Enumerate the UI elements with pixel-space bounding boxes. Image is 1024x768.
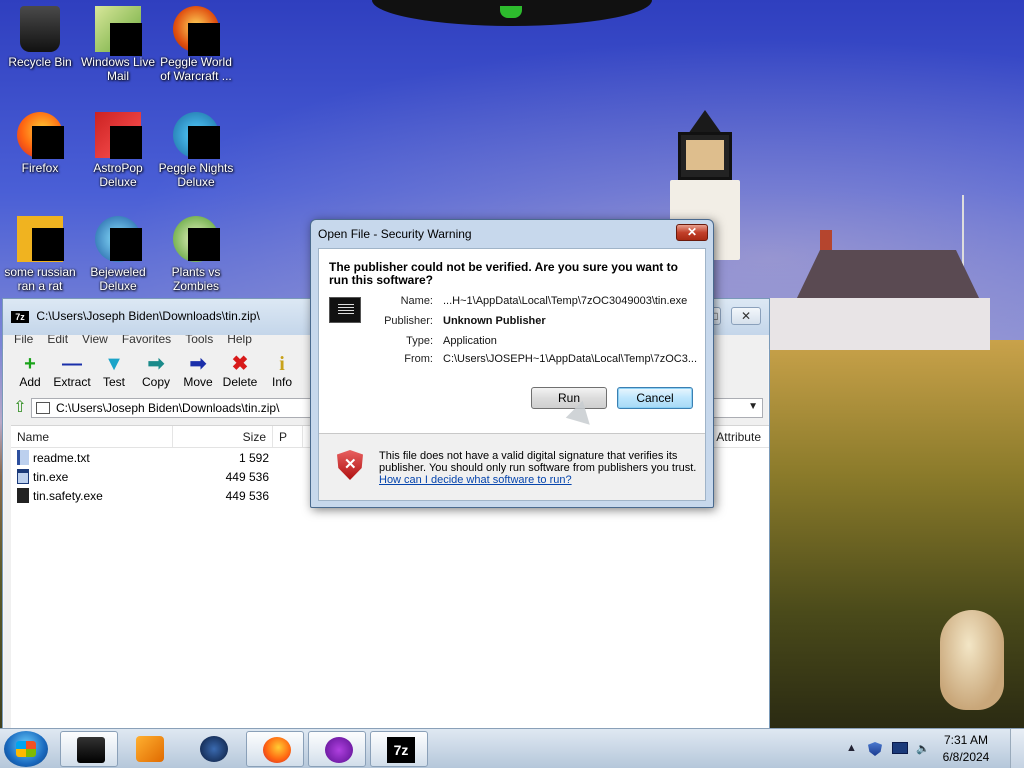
firefox-icon: [17, 112, 64, 159]
astropop-icon: [95, 112, 142, 159]
up-folder-button[interactable]: ⇧: [9, 398, 31, 418]
delete-icon: ✖: [231, 353, 249, 375]
toolbar-extract-button[interactable]: — Extract: [51, 349, 93, 395]
dialog-footer: ✕ This file does not have a valid digita…: [319, 434, 705, 500]
name-label: Name:: [400, 295, 433, 307]
firefox-icon: [263, 737, 291, 763]
column-size[interactable]: Size: [173, 426, 273, 447]
network-icon[interactable]: [892, 742, 908, 754]
taskbar-file-explorer[interactable]: [60, 731, 118, 767]
recycle-bin-icon: [20, 6, 60, 52]
copy-icon: ➡: [147, 353, 165, 375]
taskbar-firefox[interactable]: [246, 731, 304, 767]
globe-icon: [200, 736, 228, 762]
dialog-title: Open File - Security Warning: [318, 227, 472, 241]
column-packed[interactable]: P: [273, 426, 303, 447]
volume-button[interactable]: 🔈: [916, 742, 930, 755]
file-explorer-icon: [77, 737, 105, 763]
address-path: C:\Users\Joseph Biden\Downloads\tin.zip\: [56, 401, 280, 415]
toolbar-info-button[interactable]: i Info: [261, 349, 303, 395]
desktop-icon-peggle-wow[interactable]: Peggle World of Warcraft ...: [156, 6, 236, 83]
from-label: From:: [404, 353, 433, 365]
start-button[interactable]: [4, 731, 48, 767]
toolbar-delete-button[interactable]: ✖ Delete: [219, 349, 261, 395]
sevenzip-window-title: C:\Users\Joseph Biden\Downloads\tin.zip\: [36, 309, 260, 323]
publisher-value: Unknown Publisher: [443, 315, 546, 327]
taskbar: 7z ▲ 🔈 7:31 AM 6/8/2024: [0, 728, 1024, 768]
publisher-label: Publisher:: [384, 315, 433, 327]
security-warning-dialog: Open File - Security Warning ✕ The publi…: [310, 219, 714, 508]
ebook-icon: e: [17, 216, 64, 262]
desktop-icon-plants-vs-zombies[interactable]: Plants vs Zombies: [156, 216, 236, 293]
show-hidden-icons-button[interactable]: ▲: [846, 742, 857, 754]
desktop-icon-recycle-bin[interactable]: Recycle Bin: [0, 6, 80, 69]
gadget-indicator-icon: [500, 6, 522, 18]
wallpaper-lighthouse: [666, 110, 744, 260]
warning-text: This file does not have a valid digital …: [379, 450, 697, 474]
sevenzip-app-icon: 7z: [11, 310, 29, 323]
desktop-icon-windows-live-mail[interactable]: Windows Live Mail: [78, 6, 158, 83]
taskbar-media-player[interactable]: [120, 731, 178, 767]
bejeweled-icon: [95, 216, 142, 262]
close-button[interactable]: ✕: [731, 307, 761, 325]
clock-date[interactable]: 6/8/2024: [936, 750, 996, 764]
exe-file-icon: [17, 469, 29, 484]
mail-icon: [95, 6, 142, 56]
gopher-mascot-image: [940, 610, 1004, 710]
dialog-titlebar[interactable]: Open File - Security Warning ✕: [311, 220, 713, 248]
info-icon: i: [279, 353, 285, 375]
toolbar-test-button[interactable]: ▼ Test: [93, 349, 135, 395]
type-value: Application: [443, 335, 497, 347]
media-player-icon: [136, 736, 164, 762]
chevron-up-icon: ▲: [846, 742, 857, 754]
name-value: ...H~1\AppData\Local\Temp\7zOC3049003\ti…: [443, 295, 688, 307]
desktop-icon-ebook[interactable]: e some russian ran a rat: [0, 216, 80, 293]
extract-icon: —: [62, 353, 82, 375]
dialog-body: The publisher could not be verified. Are…: [318, 248, 706, 501]
taskbar-game-app[interactable]: [308, 731, 366, 767]
dialog-close-button[interactable]: ✕: [676, 224, 708, 241]
close-icon: ✕: [686, 225, 698, 239]
text-file-icon: [17, 450, 29, 465]
show-desktop-button[interactable]: [1010, 729, 1024, 768]
up-arrow-icon: ⇧: [13, 399, 27, 416]
run-button[interactable]: Run: [531, 387, 607, 409]
toolbar-copy-button[interactable]: ➡ Copy: [135, 349, 177, 395]
dialog-question: The publisher could not be verified. Are…: [329, 260, 678, 287]
add-icon: +: [24, 353, 36, 375]
peggle-icon: [173, 6, 220, 56]
cancel-button[interactable]: Cancel: [617, 387, 693, 409]
exe-file-icon: [17, 488, 29, 503]
close-icon: ✕: [740, 309, 752, 323]
toolbar-add-button[interactable]: + Add: [9, 349, 51, 395]
shield-error-icon: ✕: [337, 450, 363, 480]
clock-time[interactable]: 7:31 AM: [936, 733, 996, 747]
desktop-icon-peggle-nights[interactable]: Peggle Nights Deluxe: [156, 112, 236, 189]
type-label: Type:: [406, 335, 433, 347]
taskbar-globe-app[interactable]: [184, 731, 242, 767]
security-shield-icon[interactable]: [868, 742, 882, 756]
desktop-icon-astropop[interactable]: AstroPop Deluxe: [78, 112, 158, 189]
desktop-icon-bejeweled[interactable]: Bejeweled Deluxe: [78, 216, 158, 293]
wallpaper-house: [770, 230, 990, 350]
from-value: C:\Users\JOSEPH~1\AppData\Local\Temp\7zO…: [443, 353, 698, 365]
test-icon: ▼: [104, 353, 124, 375]
speaker-icon: 🔈: [916, 743, 930, 755]
folder-icon: [36, 402, 50, 414]
column-name[interactable]: Name: [11, 426, 173, 447]
chevron-down-icon[interactable]: ▼: [748, 401, 758, 412]
help-link[interactable]: How can I decide what software to run?: [379, 474, 572, 486]
move-icon: ➡: [189, 353, 207, 375]
peggle-nights-icon: [173, 112, 220, 159]
taskbar-sevenzip[interactable]: 7z: [370, 731, 428, 767]
sevenzip-icon: 7z: [387, 737, 415, 763]
desktop-icon-firefox[interactable]: Firefox: [0, 112, 80, 175]
pvz-icon: [173, 216, 220, 262]
toolbar-move-button[interactable]: ➡ Move: [177, 349, 219, 395]
game-icon: [325, 737, 353, 763]
